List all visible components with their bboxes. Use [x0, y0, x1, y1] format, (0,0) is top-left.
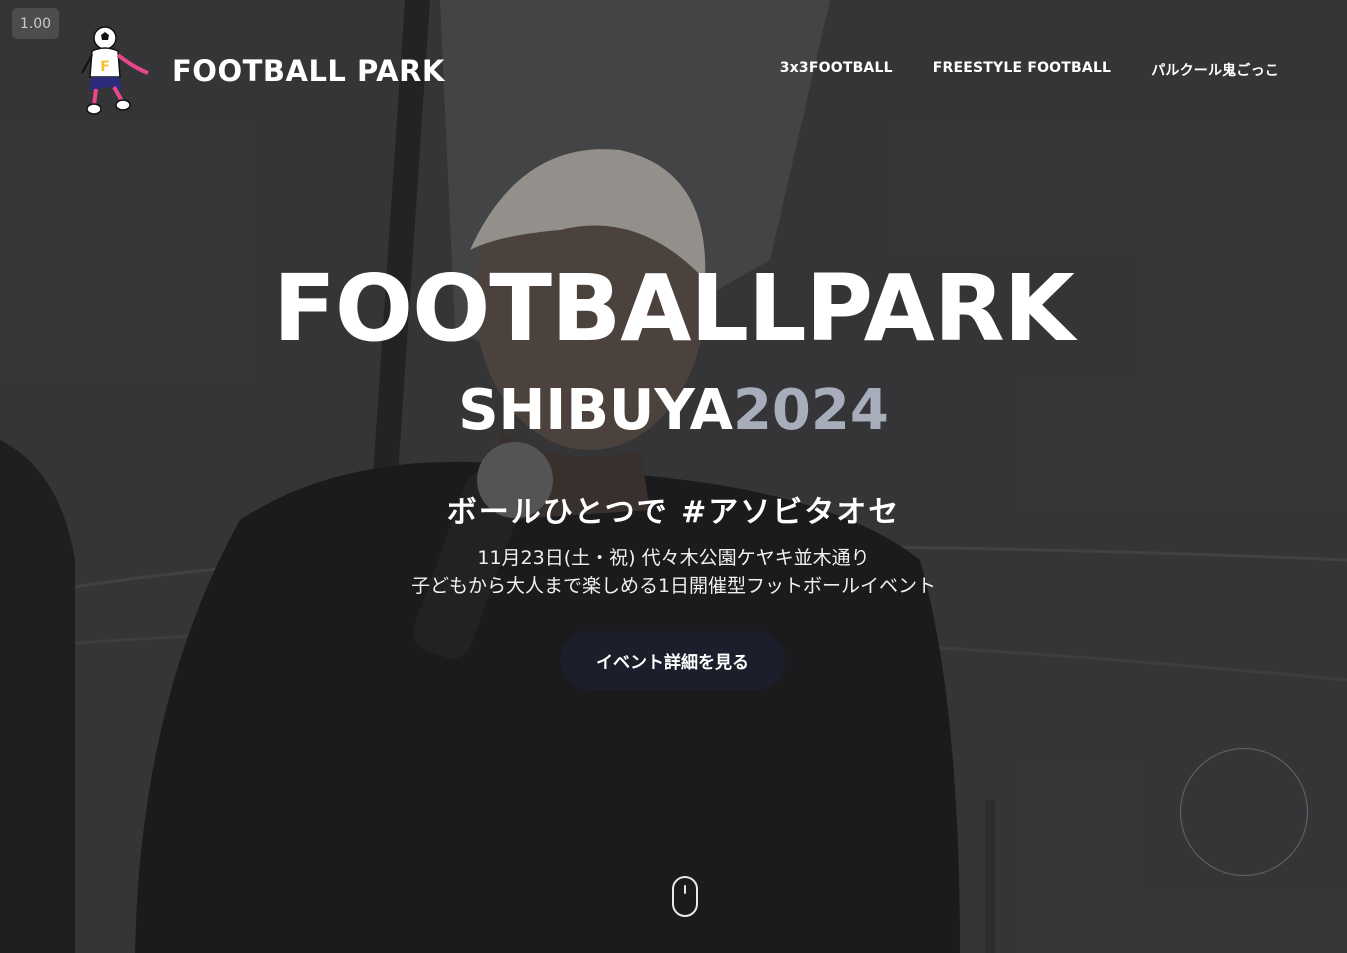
hero-description: 11月23日(土・祝) 代々木公園ケヤキ並木通り 子どもから大人まで楽しめる1日… — [0, 544, 1347, 600]
hero-title: FOOTBALLPARK — [273, 255, 1075, 362]
mascot-logo-icon: F — [81, 26, 149, 115]
logo-text: FOOTBALL PARK — [172, 54, 445, 88]
nav-link-3x3football[interactable]: 3x3FOOTBALL — [780, 60, 893, 80]
hero-dark-overlay — [0, 0, 1347, 953]
hero-subtitle-city: SHIBUYA — [458, 378, 733, 443]
hero-tagline: ボールひとつで #アソビタオセ — [446, 495, 901, 530]
event-details-button[interactable]: イベント詳細を見る — [560, 631, 785, 690]
svg-text:F: F — [100, 59, 110, 75]
decorative-circle — [1180, 748, 1308, 876]
hero-description-line1: 11月23日(土・祝) 代々木公園ケヤキ並木通り — [477, 547, 870, 569]
hero-description-line2: 子どもから大人まで楽しめる1日開催型フットボールイベント — [410, 575, 937, 597]
site-logo[interactable]: F FOOTBALL PARK — [78, 25, 445, 117]
mouse-scroll-icon[interactable] — [672, 876, 698, 917]
hero-subtitle: SHIBUYA2024 — [0, 378, 1347, 443]
hero-subtitle-year: 2024 — [732, 378, 889, 443]
site-header: F FOOTBALL PARK 3x3FOOTBALL FREESTYLE FO… — [0, 0, 1347, 130]
nav-link-parkour-tag[interactable]: パルクール鬼ごっこ — [1151, 60, 1279, 80]
nav-link-freestyle-football[interactable]: FREESTYLE FOOTBALL — [933, 60, 1111, 80]
main-nav: 3x3FOOTBALL FREESTYLE FOOTBALL パルクール鬼ごっこ — [780, 60, 1279, 80]
